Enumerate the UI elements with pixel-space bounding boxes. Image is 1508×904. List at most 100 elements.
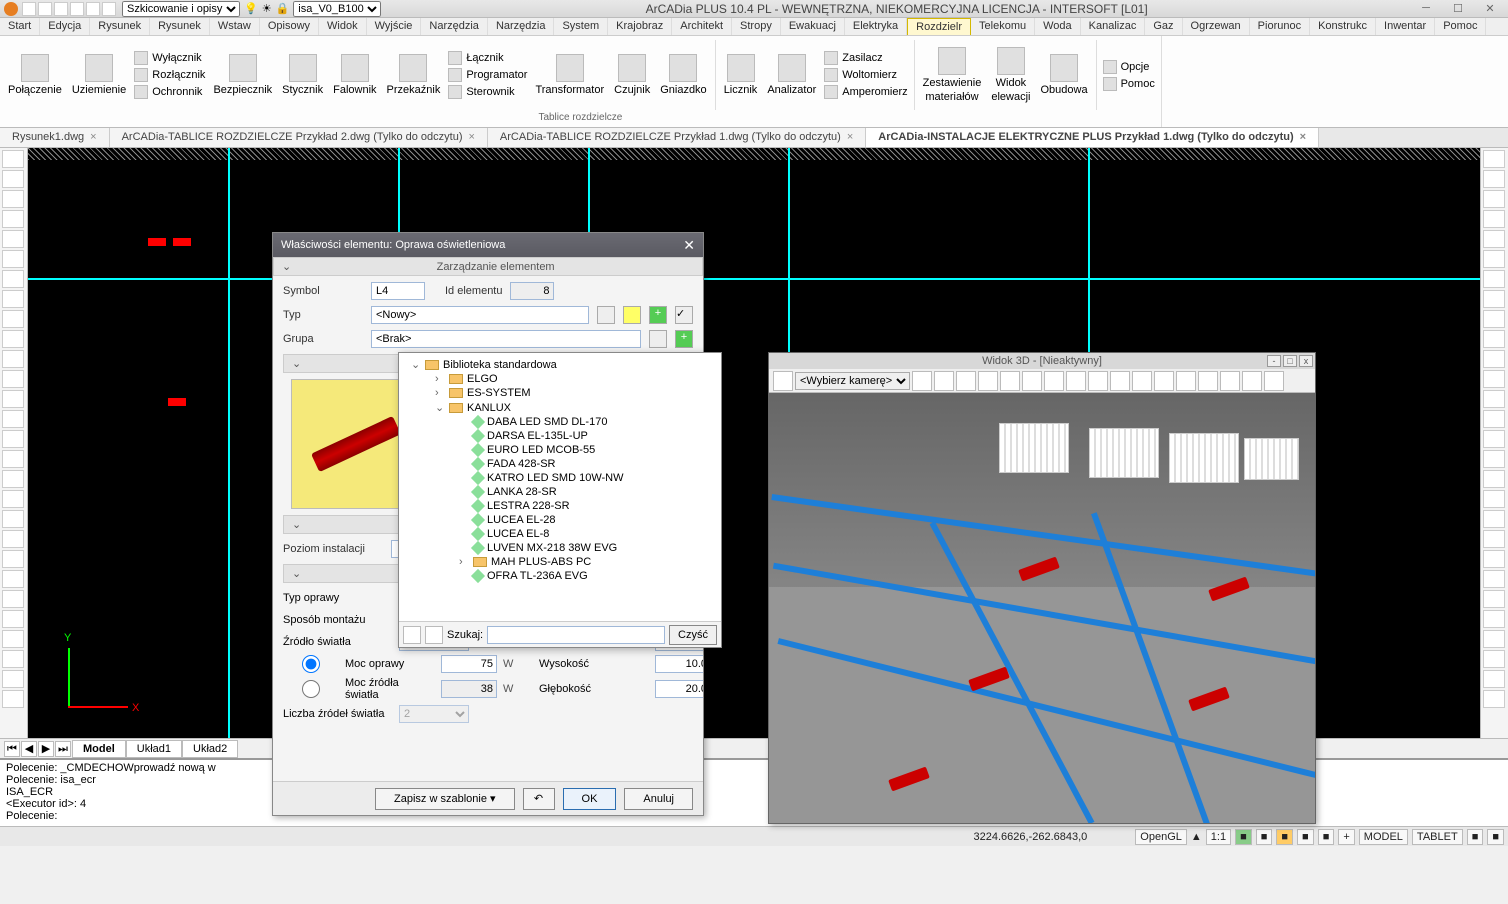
view3d-orbit-icon[interactable]	[912, 371, 932, 391]
right-tool-icon[interactable]	[1483, 230, 1505, 248]
lib-folder[interactable]: ⌄ KANLUX	[403, 400, 717, 415]
dialog-titlebar[interactable]: Właściwości elementu: Oprawa oświetlenio…	[273, 233, 703, 257]
qat-print-icon[interactable]	[70, 2, 84, 16]
lib-item[interactable]: KATRO LED SMD 10W-NW	[403, 471, 717, 485]
view3d-t2-icon[interactable]	[1154, 371, 1174, 391]
lib-item[interactable]: FADA 428-SR	[403, 457, 717, 471]
ochronnik-button[interactable]: Ochronnik	[134, 85, 205, 99]
ribbon-tab[interactable]: Inwentar	[1376, 18, 1435, 35]
cancel-button[interactable]: Anuluj	[624, 788, 693, 810]
analizator-button[interactable]: Analizator	[765, 52, 818, 98]
ribbon-tab[interactable]: Rozdzielr	[907, 18, 971, 35]
left-tool-icon[interactable]	[2, 390, 24, 408]
left-tool-icon[interactable]	[2, 650, 24, 668]
layout-tab-model[interactable]: Model	[72, 740, 126, 758]
minimize-button[interactable]: ─	[1412, 2, 1440, 16]
lib-item[interactable]: LUCEA EL-28	[403, 513, 717, 527]
camera-select[interactable]: <Wybierz kamerę>	[795, 372, 910, 390]
left-tool-icon[interactable]	[2, 490, 24, 508]
transformator-button[interactable]: Transformator	[533, 52, 606, 98]
right-tool-icon[interactable]	[1483, 210, 1505, 228]
qat-new-icon[interactable]	[22, 2, 36, 16]
uziemienie-button[interactable]: Uziemienie	[70, 52, 128, 98]
status-model[interactable]: MODEL	[1359, 829, 1408, 845]
view3d-t4-icon[interactable]	[1220, 371, 1240, 391]
lib-folder[interactable]: › ELGO	[403, 372, 717, 386]
ribbon-tab[interactable]: Piorunoc	[1250, 18, 1310, 35]
moc-radio[interactable]	[283, 655, 339, 673]
layer-combo[interactable]: isa_V0_B100	[293, 1, 381, 17]
view3d-save-icon[interactable]	[1176, 371, 1196, 391]
right-tool-icon[interactable]	[1483, 610, 1505, 628]
right-tool-icon[interactable]	[1483, 150, 1505, 168]
widok-elewacji-button[interactable]: Widokelewacji	[989, 45, 1032, 105]
document-tab[interactable]: Rysunek1.dwg×	[0, 128, 110, 147]
ribbon-tab[interactable]: Opisowy	[260, 18, 319, 35]
view3d-canvas[interactable]	[769, 393, 1315, 823]
tree-expand-icon[interactable]	[425, 626, 443, 644]
stycznik-button[interactable]: Stycznik	[280, 52, 325, 98]
lib-folder[interactable]: › ES-SYSTEM	[403, 386, 717, 400]
right-tool-icon[interactable]	[1483, 650, 1505, 668]
lib-item[interactable]: LANKA 28-SR	[403, 485, 717, 499]
moc-input[interactable]	[441, 655, 497, 673]
status-toggle-5[interactable]: ■	[1318, 829, 1335, 845]
right-tool-icon[interactable]	[1483, 370, 1505, 388]
view3d-pan-icon[interactable]	[934, 371, 954, 391]
ribbon-tab[interactable]: System	[554, 18, 608, 35]
left-tool-icon[interactable]	[2, 670, 24, 688]
library-search-input[interactable]	[487, 626, 665, 644]
lib-item[interactable]: LUCEA EL-8	[403, 527, 717, 541]
right-tool-icon[interactable]	[1483, 170, 1505, 188]
ribbon-tab[interactable]: Ewakuacj	[781, 18, 845, 35]
ribbon-tab[interactable]: Wyjście	[367, 18, 422, 35]
left-tool-icon[interactable]	[2, 470, 24, 488]
mocz-radio[interactable]	[283, 680, 339, 698]
view3d-t6-icon[interactable]	[1264, 371, 1284, 391]
obudowa-button[interactable]: Obudowa	[1038, 52, 1089, 98]
falownik-button[interactable]: Falownik	[331, 52, 378, 98]
lib-item[interactable]: DABA LED SMD DL-170	[403, 415, 717, 429]
right-tool-icon[interactable]	[1483, 670, 1505, 688]
left-tool-icon[interactable]	[2, 350, 24, 368]
view3d-walk-icon[interactable]	[978, 371, 998, 391]
tab-close-icon[interactable]: ×	[847, 131, 853, 143]
wylacznik-button[interactable]: Wyłącznik	[134, 51, 205, 65]
view3d-plane-icon[interactable]	[1088, 371, 1108, 391]
layout-next-icon[interactable]: ▶	[38, 741, 54, 757]
bulb-icon[interactable]: 💡	[244, 2, 258, 15]
gniazdko-button[interactable]: Gniazdko	[658, 52, 708, 98]
status-tablet[interactable]: TABLET	[1412, 829, 1463, 845]
view3d-axis-icon[interactable]	[1066, 371, 1086, 391]
right-tool-icon[interactable]	[1483, 450, 1505, 468]
lib-item[interactable]: DARSA EL-135L-UP	[403, 429, 717, 443]
ribbon-tab[interactable]: Konstrukc	[1310, 18, 1376, 35]
right-tool-icon[interactable]	[1483, 470, 1505, 488]
left-tool-icon[interactable]	[2, 270, 24, 288]
opcje-button[interactable]: Opcje	[1103, 60, 1155, 74]
right-tool-icon[interactable]	[1483, 630, 1505, 648]
ribbon-tab[interactable]: Woda	[1035, 18, 1081, 35]
ribbon-tab[interactable]: Narzędzia	[488, 18, 555, 35]
zestawienie-button[interactable]: Zestawieniemateriałów	[921, 45, 984, 105]
layout-prev-icon[interactable]: ◀	[21, 741, 37, 757]
pomoc-button[interactable]: Pomoc	[1103, 77, 1155, 91]
status-toggle-6[interactable]: +	[1338, 829, 1354, 845]
view3d-t5-icon[interactable]	[1242, 371, 1262, 391]
typ-bulb-icon[interactable]	[623, 306, 641, 324]
right-tool-icon[interactable]	[1483, 590, 1505, 608]
left-tool-icon[interactable]	[2, 550, 24, 568]
ribbon-tab[interactable]: Telekomu	[971, 18, 1035, 35]
czujnik-button[interactable]: Czujnik	[612, 52, 652, 98]
status-ucs-icon[interactable]: ▲	[1191, 831, 1202, 843]
left-tool-icon[interactable]	[2, 150, 24, 168]
right-tool-icon[interactable]	[1483, 490, 1505, 508]
tab-close-icon[interactable]: ×	[468, 131, 474, 143]
przekaznik-button[interactable]: Przekaźnik	[385, 52, 443, 98]
polaczenie-button[interactable]: Połączenie	[6, 52, 64, 98]
document-tab[interactable]: ArCADia-INSTALACJE ELEKTRYCZNE PLUS Przy…	[866, 128, 1319, 147]
tab-close-icon[interactable]: ×	[90, 131, 96, 143]
library-tree[interactable]: ⌄ Biblioteka standardowa› ELGO› ES-SYSTE…	[399, 353, 721, 621]
status-toggle-8[interactable]: ■	[1487, 829, 1504, 845]
left-tool-icon[interactable]	[2, 370, 24, 388]
